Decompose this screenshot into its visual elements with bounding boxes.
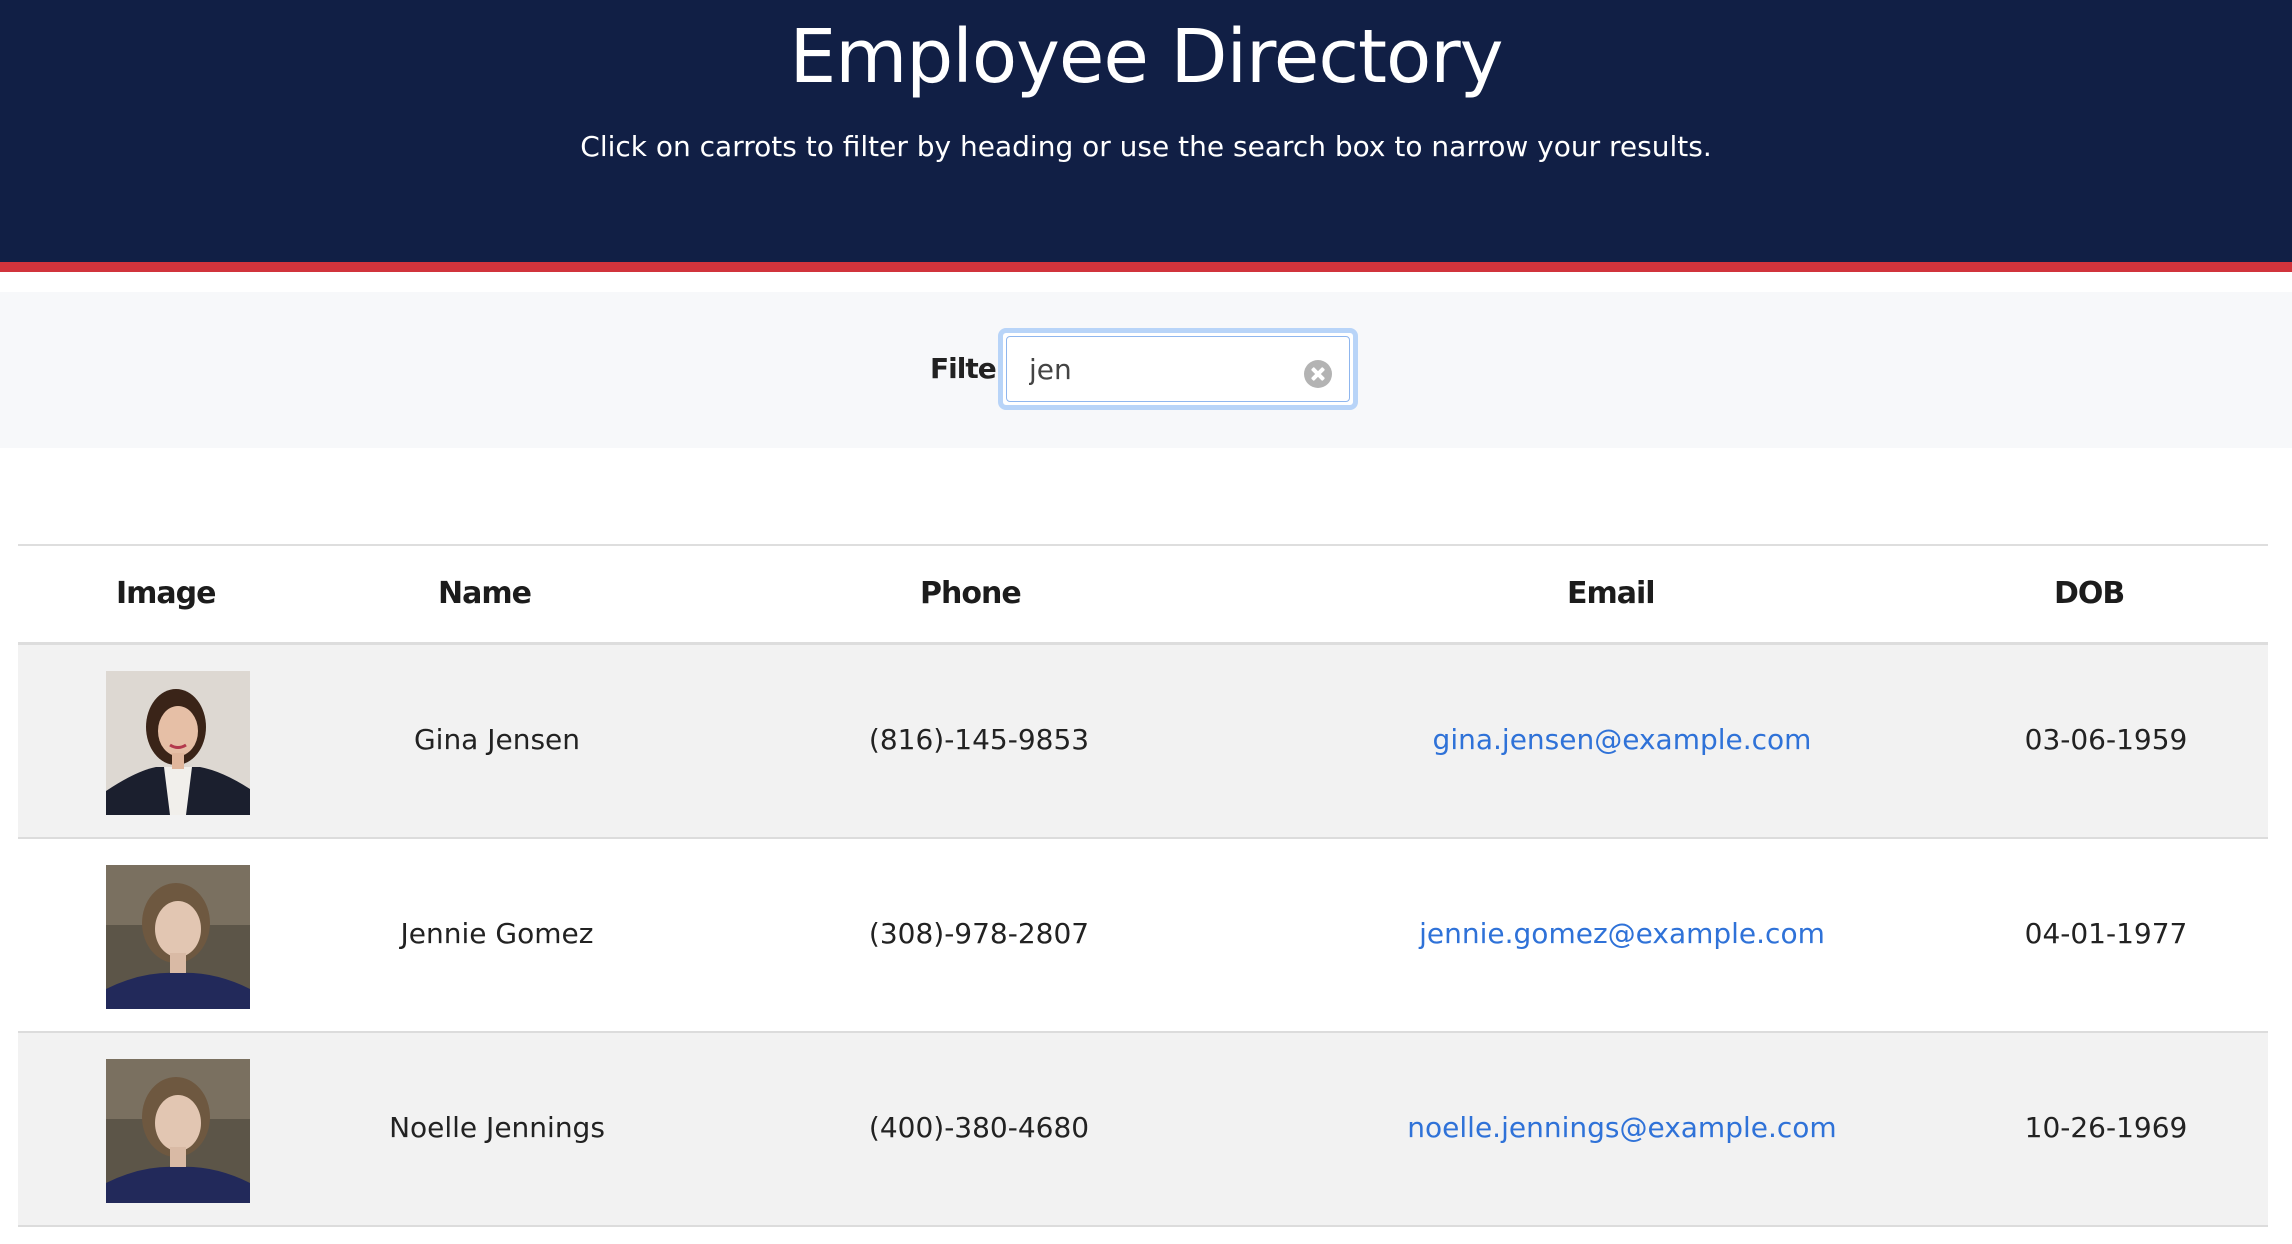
- employee-email-link[interactable]: jennie.gomez@example.com: [1419, 917, 1825, 950]
- table-row: Gina Jensen (816)-145-9853 gina.jensen@e…: [18, 645, 2268, 839]
- employee-name: Noelle Jennings: [389, 1111, 605, 1144]
- column-header-email[interactable]: Email: [1567, 576, 1656, 611]
- search-input[interactable]: [1006, 336, 1350, 402]
- employee-dob: 03-06-1959: [2024, 723, 2188, 756]
- employee-phone: (400)-380-4680: [868, 1111, 1090, 1144]
- woman-portrait-icon: [106, 671, 250, 815]
- employee-table: Image Name Phone Email DOB Gina Jensen (…: [18, 544, 2268, 1227]
- employee-email-link[interactable]: gina.jensen@example.com: [1433, 723, 1812, 756]
- table-row: Noelle Jennings (400)-380-4680 noelle.je…: [18, 1033, 2268, 1227]
- employee-name: Gina Jensen: [413, 723, 581, 756]
- column-header-dob[interactable]: DOB: [2054, 576, 2125, 611]
- page-title: Employee Directory: [789, 14, 1503, 100]
- employee-phone: (308)-978-2807: [868, 917, 1090, 950]
- employee-phone: (816)-145-9853: [868, 723, 1090, 756]
- page-subtitle: Click on carrots to filter by heading or…: [580, 130, 1712, 163]
- column-header-name[interactable]: Name: [438, 576, 532, 611]
- clear-icon[interactable]: [1304, 360, 1332, 388]
- avatar: [106, 671, 250, 815]
- woman-portrait-icon: [106, 865, 250, 1009]
- woman-portrait-icon: [106, 1059, 250, 1203]
- avatar: [106, 1059, 250, 1203]
- employee-dob: 04-01-1977: [2024, 917, 2188, 950]
- employee-email-link[interactable]: noelle.jennings@example.com: [1407, 1111, 1836, 1144]
- employee-dob: 10-26-1969: [2024, 1111, 2188, 1144]
- avatar: [106, 865, 250, 1009]
- page-header: Employee Directory Click on carrots to f…: [0, 0, 2292, 262]
- header-accent-stripe: [0, 262, 2292, 272]
- table-header-row: Image Name Phone Email DOB: [18, 546, 2268, 645]
- table-row: Jennie Gomez (308)-978-2807 jennie.gomez…: [18, 839, 2268, 1033]
- filter-input-container: [998, 328, 1358, 410]
- employee-name: Jennie Gomez: [400, 917, 594, 950]
- column-header-image[interactable]: Image: [116, 576, 216, 611]
- column-header-phone[interactable]: Phone: [920, 576, 1022, 611]
